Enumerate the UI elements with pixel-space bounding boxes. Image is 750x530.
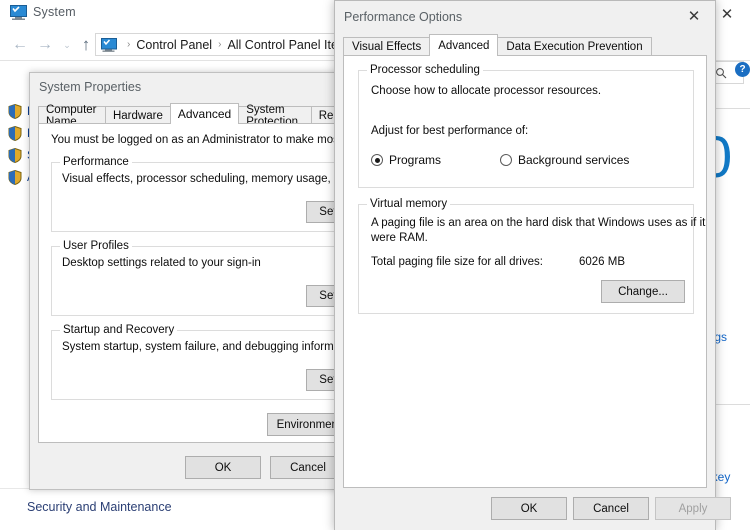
user-profiles-group-description: Desktop settings related to your sign-in bbox=[62, 257, 261, 269]
radio-programs[interactable]: Programs bbox=[371, 153, 441, 167]
performance-group-title: Performance bbox=[60, 156, 132, 168]
virtual-memory-title: Virtual memory bbox=[367, 198, 451, 210]
radio-background-services-label: Background services bbox=[518, 153, 630, 167]
administrator-note: You must be logged on as an Administrato… bbox=[51, 134, 349, 146]
breadcrumb-item-control-panel[interactable]: Control Panel bbox=[136, 38, 212, 52]
tab-visual-effects[interactable]: Visual Effects bbox=[343, 37, 431, 56]
user-profiles-group: User Profiles Desktop settings related t… bbox=[51, 240, 349, 316]
performance-options-tabs: Visual Effects Advanced Data Execution P… bbox=[343, 34, 707, 56]
shield-icon bbox=[8, 147, 22, 163]
security-and-maintenance-link[interactable]: Security and Maintenance bbox=[27, 500, 172, 514]
performance-group: Performance Visual effects, processor sc… bbox=[51, 156, 349, 232]
total-paging-file-value: 6026 MB bbox=[579, 256, 626, 268]
control-panel-title: System bbox=[33, 5, 76, 19]
shield-icon bbox=[8, 169, 22, 185]
virtual-memory-group: Virtual memory A paging file is an area … bbox=[358, 198, 705, 314]
startup-recovery-group-description: System startup, system failure, and debu… bbox=[62, 341, 350, 353]
radio-background-services-indicator[interactable] bbox=[500, 154, 512, 166]
close-icon[interactable]: ✕ bbox=[712, 3, 742, 25]
up-button[interactable]: ↑ bbox=[75, 34, 97, 56]
startup-recovery-group-title: Startup and Recovery bbox=[60, 324, 178, 336]
radio-programs-indicator[interactable] bbox=[371, 154, 383, 166]
system-properties-title: System Properties bbox=[39, 80, 142, 94]
radio-programs-label: Programs bbox=[389, 153, 442, 167]
system-properties-body: You must be logged on as an Administrato… bbox=[38, 123, 350, 443]
tab-advanced[interactable]: Advanced bbox=[169, 103, 240, 124]
search-icon bbox=[716, 67, 727, 78]
change-button[interactable]: Change... bbox=[601, 280, 685, 303]
shield-icon bbox=[8, 125, 22, 141]
forward-button[interactable]: → bbox=[34, 34, 56, 56]
system-properties-ok-button[interactable]: OK bbox=[185, 456, 261, 479]
help-icon[interactable]: ? bbox=[735, 62, 750, 77]
performance-options-dialog: Performance Options ✕ Visual Effects Adv… bbox=[334, 0, 731, 530]
shield-icon bbox=[8, 103, 22, 119]
processor-scheduling-prompt: Adjust for best performance of: bbox=[371, 125, 529, 137]
control-panel-icon bbox=[101, 37, 117, 52]
performance-options-ok-button[interactable]: OK bbox=[491, 497, 567, 520]
total-paging-file-label: Total paging file size for all drives: bbox=[371, 256, 543, 268]
virtual-memory-description-line1: A paging file is an area on the hard dis… bbox=[371, 217, 706, 229]
performance-options-cancel-button[interactable]: Cancel bbox=[573, 497, 649, 520]
system-properties-titlebar: System Properties bbox=[30, 73, 358, 101]
tab-hardware[interactable]: Hardware bbox=[104, 106, 171, 124]
tab-data-execution-prevention[interactable]: Data Execution Prevention bbox=[497, 37, 652, 56]
processor-scheduling-title: Processor scheduling bbox=[367, 64, 483, 76]
startup-recovery-group: Startup and Recovery System startup, sys… bbox=[51, 324, 350, 400]
breadcrumb-separator: › bbox=[127, 39, 131, 50]
system-properties-tabs: Computer Name Hardware Advanced System P… bbox=[38, 103, 351, 128]
performance-group-description: Visual effects, processor scheduling, me… bbox=[62, 173, 349, 185]
processor-scheduling-group: Processor scheduling Choose how to alloc… bbox=[358, 64, 694, 188]
tab-advanced[interactable]: Advanced bbox=[429, 34, 499, 56]
tab-computer-name[interactable]: Computer Name bbox=[38, 104, 106, 128]
performance-options-titlebar: Performance Options ✕ bbox=[335, 1, 715, 31]
breadcrumb-separator: › bbox=[218, 39, 222, 50]
radio-background-services[interactable]: Background services bbox=[500, 153, 629, 167]
user-profiles-group-title: User Profiles bbox=[60, 240, 132, 252]
system-properties-dialog: System Properties Computer Name Hardware… bbox=[29, 72, 359, 490]
performance-options-title: Performance Options bbox=[344, 10, 463, 24]
close-icon[interactable]: ✕ bbox=[677, 4, 711, 28]
back-button[interactable]: ← bbox=[9, 34, 31, 56]
tab-system-protection[interactable]: System Protection bbox=[238, 104, 312, 128]
performance-options-body: Processor scheduling Choose how to alloc… bbox=[343, 55, 707, 488]
performance-options-apply-button: Apply bbox=[655, 497, 731, 520]
performance-options-footer: OK Cancel Apply bbox=[335, 488, 731, 530]
system-monitor-icon bbox=[10, 5, 27, 20]
processor-scheduling-description: Choose how to allocate processor resourc… bbox=[371, 85, 602, 97]
virtual-memory-description-line2: were RAM. bbox=[371, 232, 428, 244]
